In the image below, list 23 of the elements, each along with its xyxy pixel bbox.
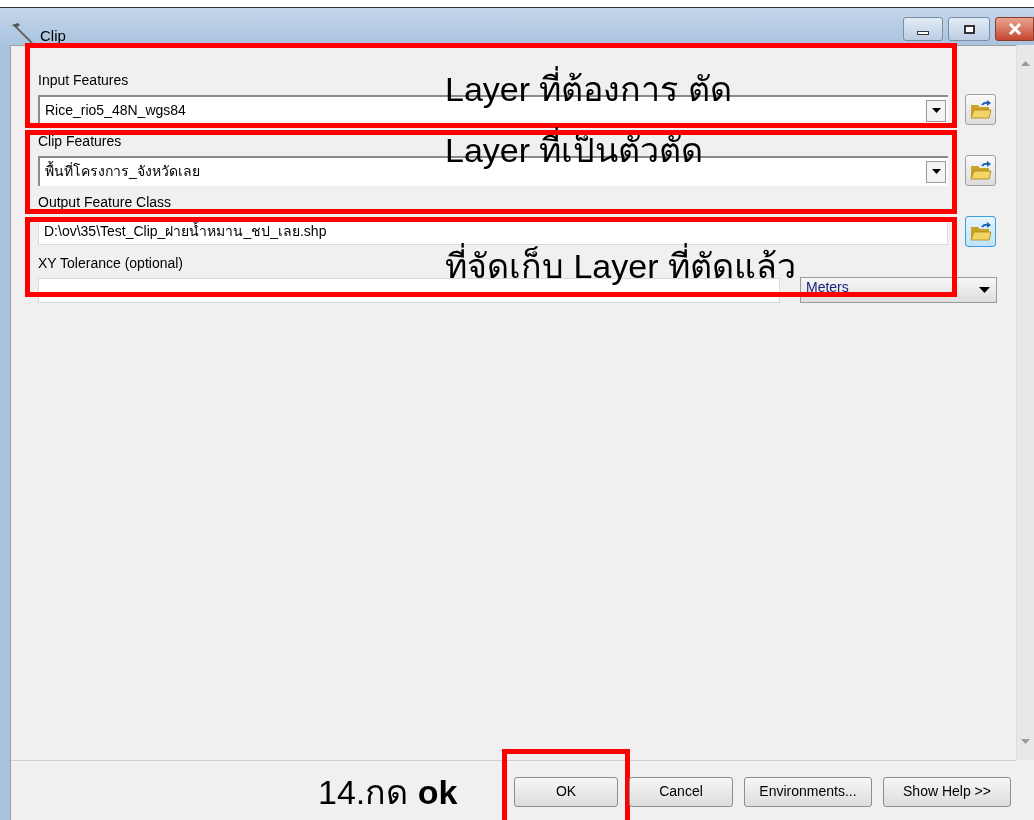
dropdown-arrow-icon[interactable] — [979, 287, 990, 293]
browse-button[interactable] — [965, 155, 996, 186]
dialog-button[interactable]: OK — [514, 776, 618, 807]
field-label: Output Feature Class — [38, 194, 172, 210]
scroll-down-icon[interactable] — [1021, 739, 1030, 744]
window-title: Clip — [40, 26, 66, 46]
browse-button[interactable] — [965, 94, 996, 125]
dialog-button[interactable]: Environments... — [744, 776, 872, 807]
scroll-up-icon[interactable] — [1021, 61, 1030, 66]
browse-button[interactable] — [965, 216, 996, 247]
scrollbar[interactable] — [1016, 45, 1034, 760]
close-icon[interactable] — [1007, 23, 1022, 35]
field-label: XY Tolerance (optional) — [38, 255, 184, 271]
close-button[interactable] — [995, 17, 1034, 41]
minimize-button[interactable] — [903, 17, 943, 41]
dialog-button[interactable]: Show Help >> — [883, 776, 1011, 807]
dialog-button[interactable]: Cancel — [629, 776, 733, 807]
step-note: 14.กด ok — [318, 772, 458, 813]
hammer-icon — [10, 22, 34, 44]
field-label: Input Features — [38, 72, 129, 88]
annotation-text: ที่จัดเก็บ Layer ที่ตัดแล้ว — [445, 244, 796, 288]
field-label: Clip Features — [38, 133, 122, 149]
maximize-button[interactable] — [948, 17, 990, 41]
